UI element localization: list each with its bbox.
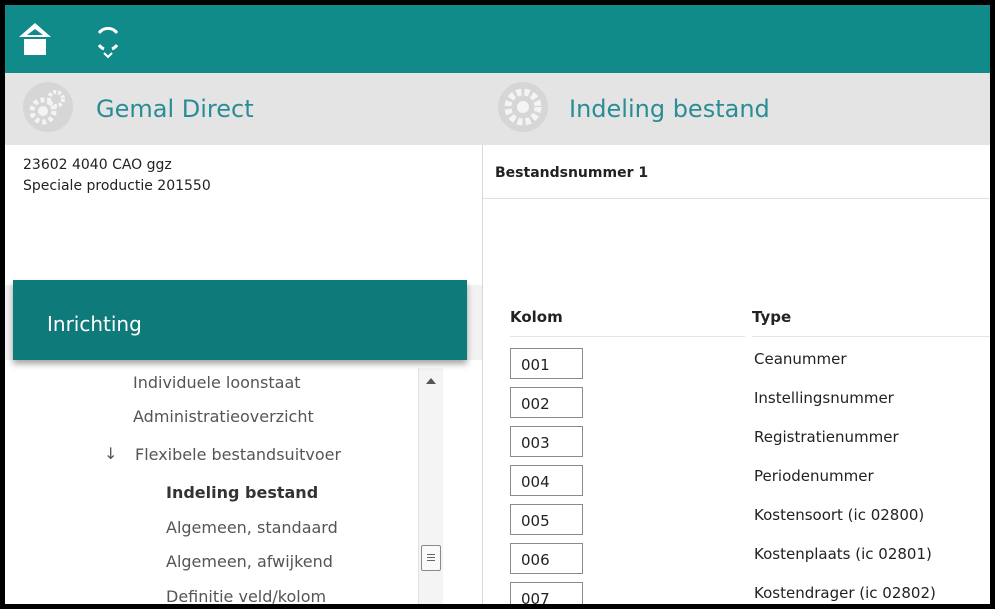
gear-logo-icon <box>498 82 548 132</box>
content-panel: Bestandsnummer 1 Kolom Type 001 Ceanumme… <box>483 145 990 604</box>
app-window: Gemal Direct Indeling bestand 23602 4040… <box>5 5 990 604</box>
nav-item-indeling-bestand[interactable]: Indeling bestand <box>166 483 318 502</box>
gears-logo-icon <box>23 82 73 132</box>
divider <box>483 198 990 199</box>
nav-panel: Individuele loonstaat Administratieoverz… <box>5 360 482 604</box>
context-line-1: 23602 4040 CAO ggz <box>23 157 172 173</box>
nav-item-definitie-veld-kolom[interactable]: Definitie veld/kolom <box>166 587 326 604</box>
context-panel: 23602 4040 CAO ggz Speciale productie 20… <box>5 145 482 285</box>
home-icon <box>19 23 51 55</box>
nav-scrollbar[interactable] <box>418 368 443 604</box>
page-title: Indeling bestand <box>569 95 770 123</box>
section-header-inrichting[interactable]: Inrichting <box>13 280 467 360</box>
nav-item-flexibele-bestandsuitvoer[interactable]: Flexibele bestandsuitvoer <box>135 445 341 464</box>
nav-item-algemeen-standaard[interactable]: Algemeen, standaard <box>166 518 338 537</box>
kolom-input[interactable]: 005 <box>510 504 583 535</box>
nav-item-administratieoverzicht[interactable]: Administratieoverzicht <box>133 407 314 426</box>
sync-button[interactable] <box>90 19 126 59</box>
section-title: Inrichting <box>47 312 142 336</box>
scroll-up-arrow-icon[interactable] <box>426 378 436 384</box>
header-underline <box>752 336 990 337</box>
app-title: Gemal Direct <box>96 95 254 123</box>
top-bar <box>5 5 990 73</box>
sync-icon <box>97 26 119 59</box>
type-label: Kostensoort (ic 02800) <box>754 506 925 524</box>
nav-item-algemeen-afwijkend[interactable]: Algemeen, afwijkend <box>166 552 333 571</box>
file-number-title: Bestandsnummer 1 <box>495 165 649 181</box>
type-label: Ceanummer <box>754 350 847 368</box>
kolom-input[interactable]: 003 <box>510 426 583 457</box>
type-label: Registratienummer <box>754 428 899 446</box>
type-label: Kostenplaats (ic 02801) <box>754 545 932 563</box>
expand-arrow-icon[interactable]: ↓ <box>104 444 117 463</box>
kolom-input[interactable]: 006 <box>510 543 583 574</box>
header-underline <box>510 336 745 337</box>
kolom-input[interactable]: 002 <box>510 387 583 418</box>
scroll-thumb[interactable] <box>421 545 441 571</box>
kolom-input[interactable]: 004 <box>510 465 583 496</box>
type-label: Kostendrager (ic 02802) <box>754 584 936 602</box>
panel-headers: Gemal Direct Indeling bestand <box>5 73 990 145</box>
type-label: Periodenummer <box>754 467 874 485</box>
home-button[interactable] <box>17 19 53 59</box>
context-line-2: Speciale productie 201550 <box>23 178 211 194</box>
column-header-kolom: Kolom <box>510 308 563 326</box>
type-label: Instellingsnummer <box>754 389 894 407</box>
column-header-type: Type <box>752 308 792 326</box>
kolom-input[interactable]: 001 <box>510 348 583 379</box>
nav-item-individuele-loonstaat[interactable]: Individuele loonstaat <box>133 373 301 392</box>
kolom-input[interactable]: 007 <box>510 582 583 604</box>
